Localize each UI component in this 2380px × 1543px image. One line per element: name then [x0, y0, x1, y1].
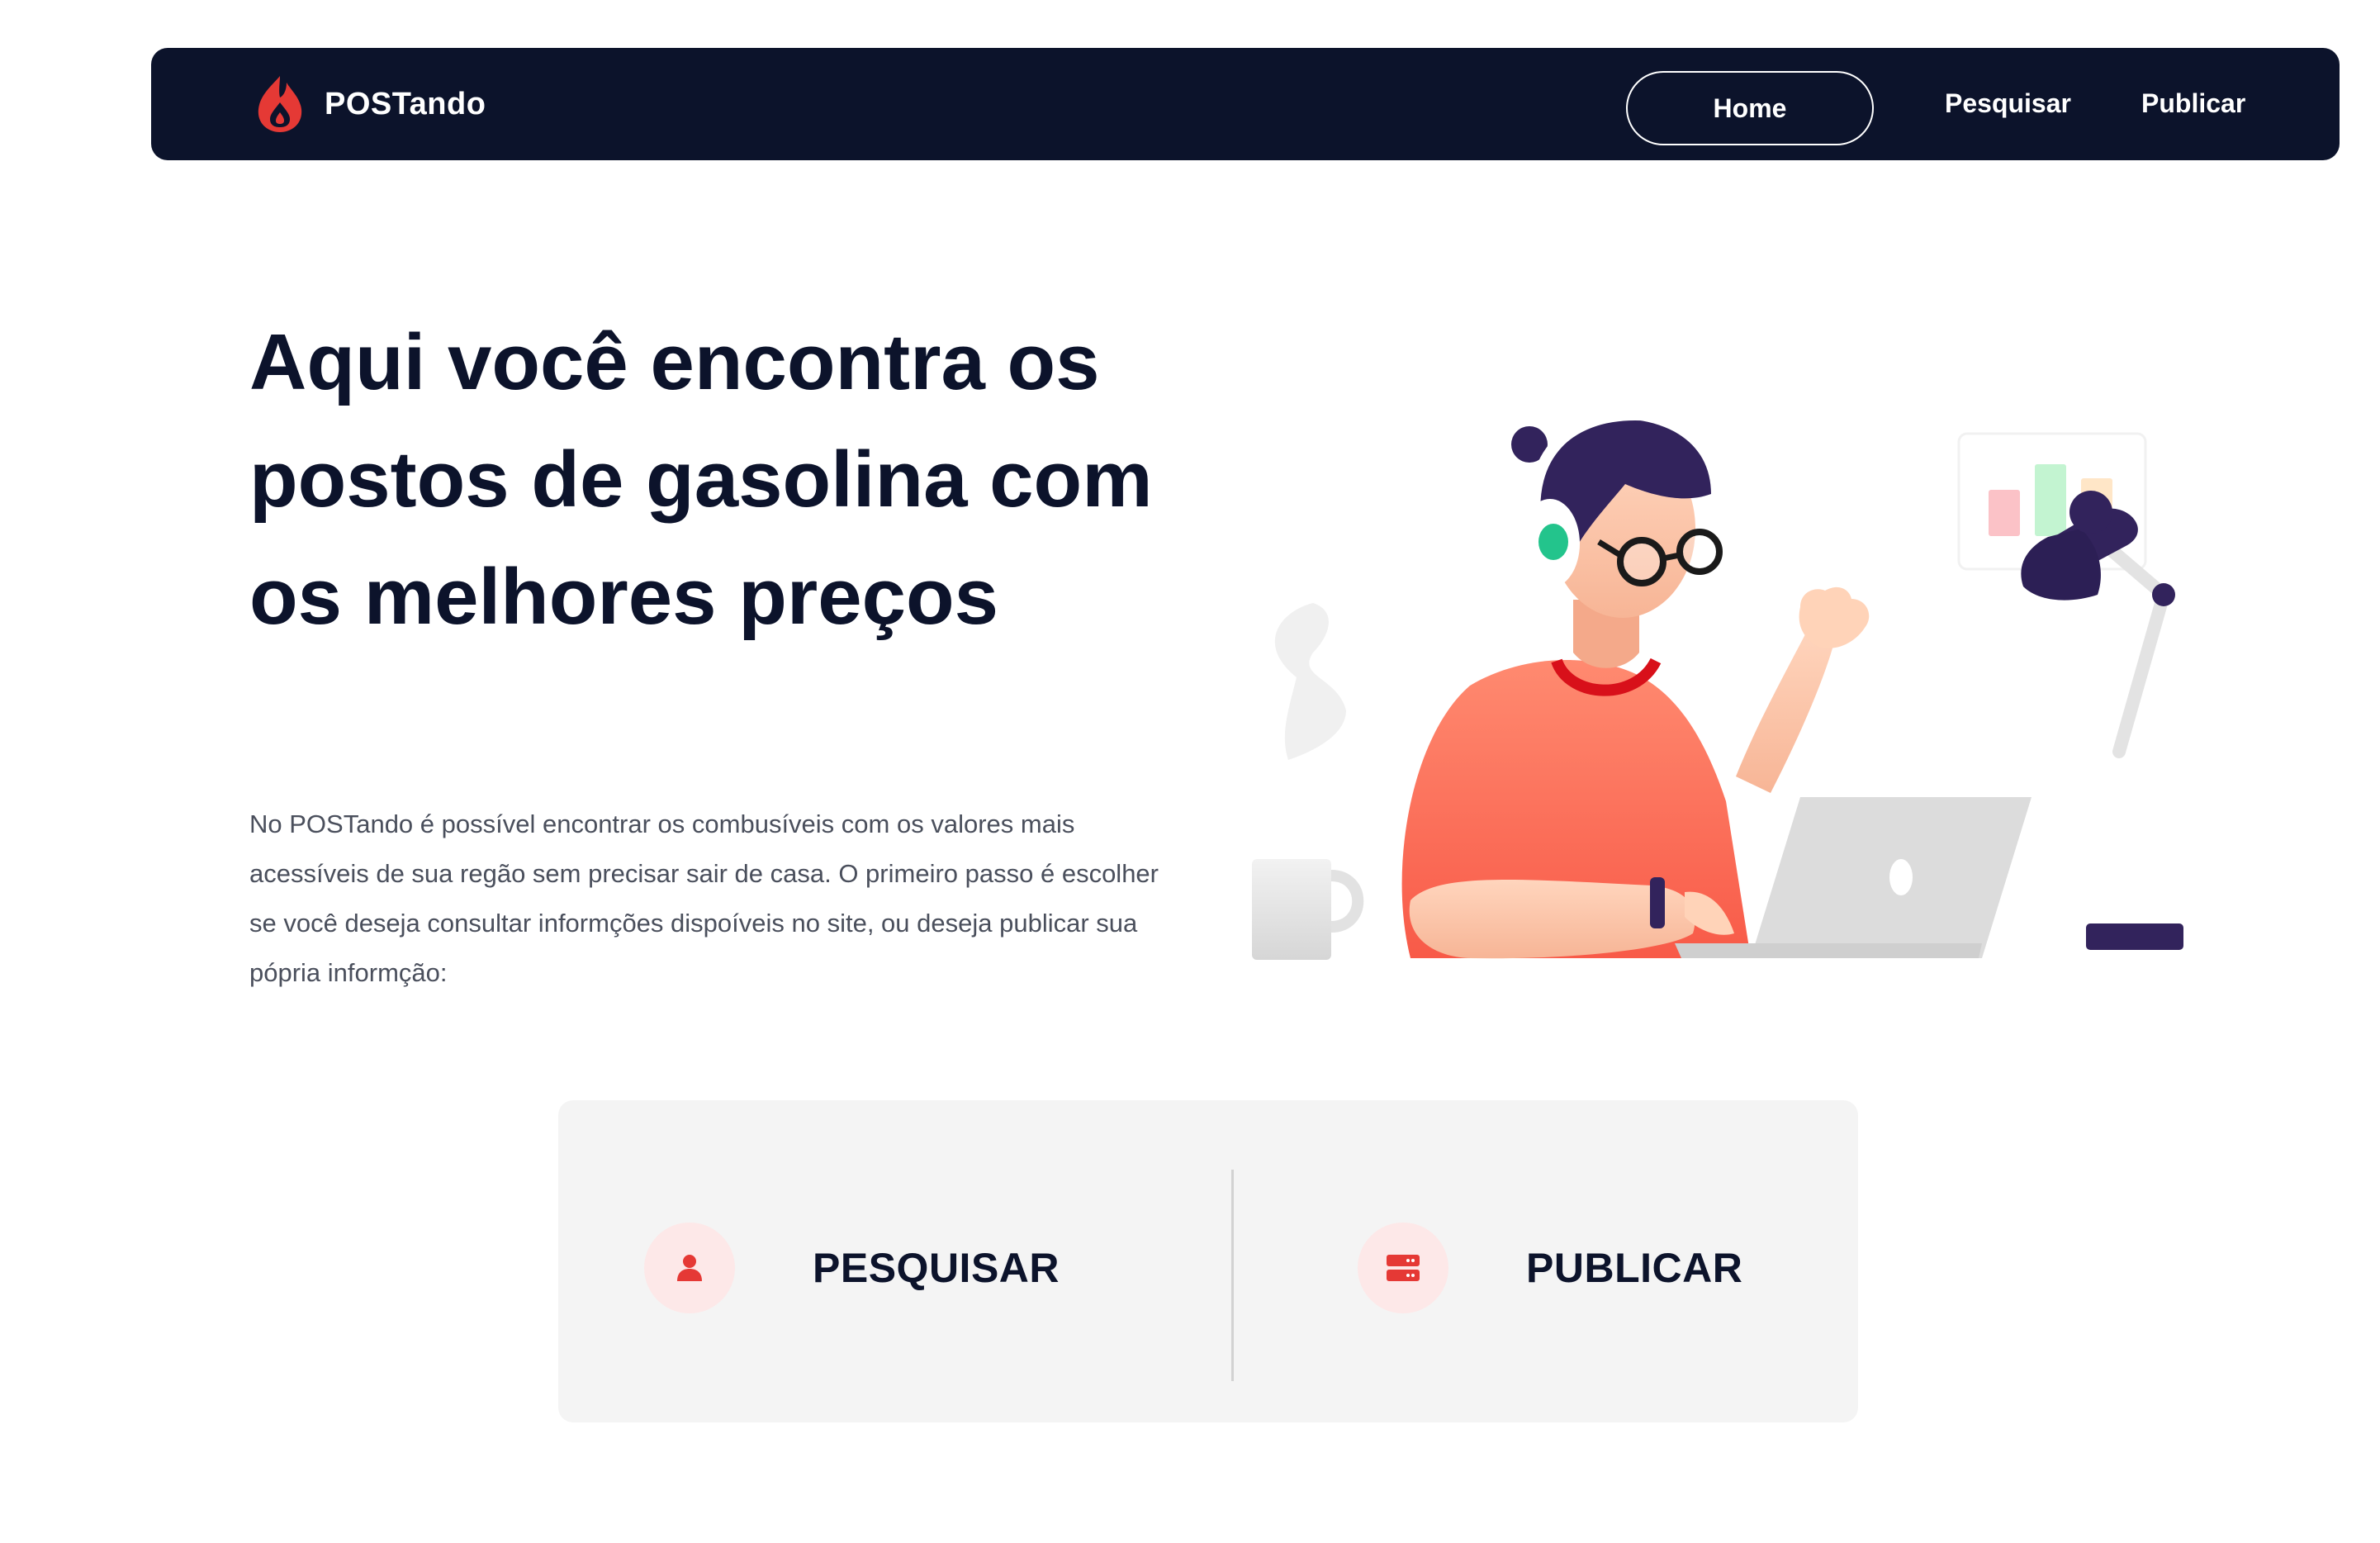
flame-logo-icon — [258, 76, 302, 132]
brand[interactable]: POSTando — [249, 73, 486, 135]
nav-link-publicar[interactable]: Publicar — [2141, 71, 2245, 135]
brand-name: POSTando — [325, 86, 486, 121]
server-icon — [1358, 1223, 1448, 1313]
nav-home-button[interactable]: Home — [1626, 71, 1874, 145]
hero-description: No POSTando é possível encontrar os comb… — [249, 809, 1159, 987]
person-with-headphones-at-laptop-illustration — [1252, 408, 2183, 960]
action-card: PESQUISAR PUBLICAR — [558, 1100, 1858, 1422]
user-icon — [644, 1223, 735, 1313]
navbar: POSTando Home Pesquisar Publicar — [151, 48, 2340, 160]
pesquisar-action-button[interactable]: PESQUISAR — [644, 1223, 1060, 1313]
publicar-action-button[interactable]: PUBLICAR — [1358, 1223, 1742, 1313]
card-divider — [1231, 1170, 1234, 1381]
nav-link-pesquisar[interactable]: Pesquisar — [1945, 71, 2071, 135]
pesquisar-action-label: PESQUISAR — [813, 1245, 1060, 1291]
publicar-action-label: PUBLICAR — [1526, 1245, 1743, 1291]
hero-title: Aqui você encontra os postos de gasolina… — [249, 318, 1153, 641]
